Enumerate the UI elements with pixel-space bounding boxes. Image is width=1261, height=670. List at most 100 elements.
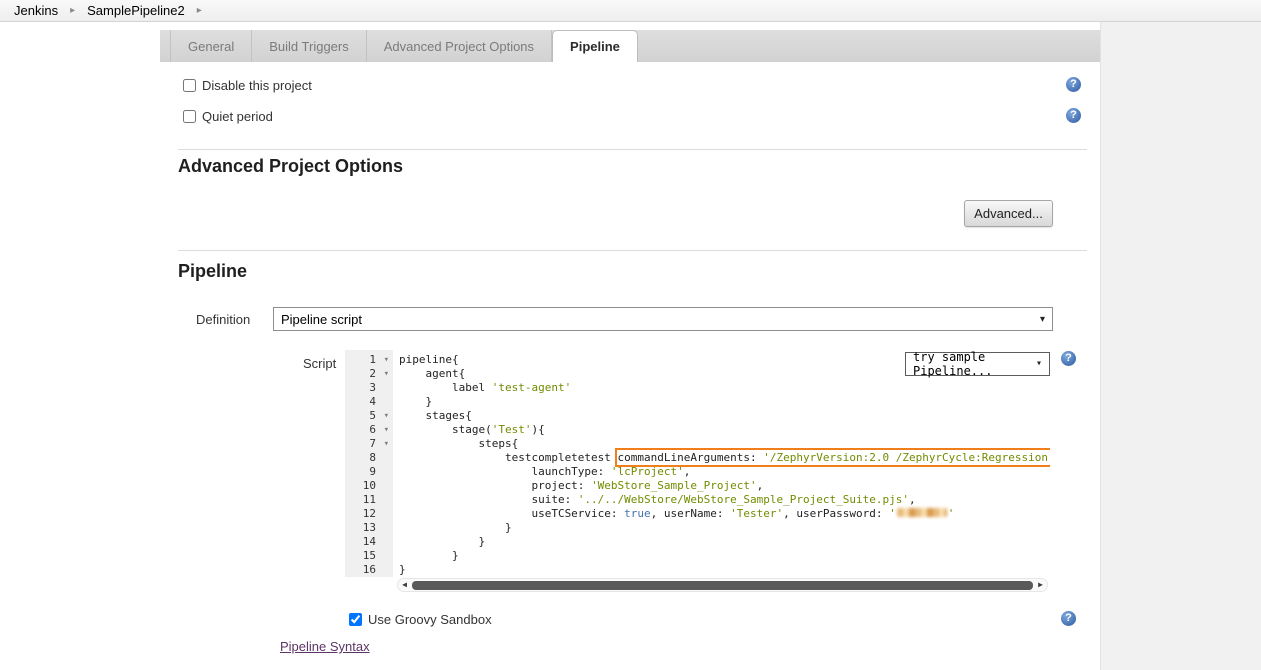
gutter-line-number: 13: [345, 521, 393, 535]
code-text: }: [399, 535, 485, 548]
quiet-period-label: Quiet period: [202, 109, 273, 124]
config-tab-bar: General Build Triggers Advanced Project …: [160, 30, 1100, 62]
code-line[interactable]: suite: '../../WebStore/WebStore_Sample_P…: [399, 493, 1050, 507]
redacted-password: [897, 508, 947, 517]
code-line[interactable]: label 'test-agent': [399, 381, 1050, 395]
fold-arrow-icon[interactable]: ▾: [384, 410, 389, 422]
breadcrumb: Jenkins ▸ SamplePipeline2 ▸: [0, 0, 1261, 22]
section-divider: [178, 250, 1087, 251]
code-text: }: [399, 395, 432, 408]
gutter-line-number: 5▾: [345, 409, 393, 423]
scroll-left-icon[interactable]: ◀: [398, 579, 411, 591]
jenkins-config-page: Jenkins ▸ SamplePipeline2 ▸ General Buil…: [0, 0, 1261, 670]
gutter-line-number: 14: [345, 535, 393, 549]
groovy-sandbox-label: Use Groovy Sandbox: [368, 612, 492, 627]
code-string: 'Test': [492, 423, 532, 436]
code-line[interactable]: testcompletetest commandLineArguments: '…: [399, 451, 1050, 465]
editor-horizontal-scrollbar[interactable]: ◀ ▶: [397, 578, 1048, 592]
editor-gutter: 1▾2▾345▾6▾7▾8910111213141516: [345, 350, 393, 577]
help-icon[interactable]: ?: [1061, 611, 1076, 626]
gutter-line-number: 7▾: [345, 437, 393, 451]
breadcrumb-separator-icon[interactable]: ▸: [197, 5, 202, 16]
tab-general[interactable]: General: [170, 30, 252, 62]
tab-advanced-project-options[interactable]: Advanced Project Options: [367, 30, 552, 62]
chevron-down-icon: ▾: [1040, 314, 1045, 325]
code-line[interactable]: }: [399, 395, 1050, 409]
code-line[interactable]: }: [399, 521, 1050, 535]
fold-arrow-icon[interactable]: ▾: [384, 438, 389, 450]
definition-label: Definition: [196, 312, 250, 327]
tab-build-triggers[interactable]: Build Triggers: [252, 30, 366, 62]
code-string: 'WebStore_Sample_Project': [591, 479, 757, 492]
advanced-button[interactable]: Advanced...: [964, 200, 1053, 227]
code-text: }: [399, 563, 406, 576]
code-text: testcompletetest: [399, 451, 618, 464]
code-text: ,: [684, 465, 691, 478]
groovy-sandbox-checkbox[interactable]: [349, 613, 362, 626]
code-text: commandLineArguments:: [618, 451, 764, 464]
highlight-box: commandLineArguments: '/ZephyrVersion:2.…: [618, 451, 1050, 464]
code-line[interactable]: useTCService: true, userName: 'Tester', …: [399, 507, 1050, 521]
code-text: agent{: [399, 367, 465, 380]
quiet-period-checkbox[interactable]: [183, 110, 196, 123]
code-text: label: [399, 381, 492, 394]
pipeline-script-editor[interactable]: 1▾2▾345▾6▾7▾8910111213141516 pipeline{ a…: [345, 350, 1050, 593]
code-text: }: [399, 549, 459, 562]
disable-project-label: Disable this project: [202, 78, 312, 93]
gutter-line-number: 2▾: [345, 367, 393, 381]
gutter-line-number: 4: [345, 395, 393, 409]
fold-arrow-icon[interactable]: ▾: [384, 354, 389, 366]
disable-project-checkbox[interactable]: [183, 79, 196, 92]
code-line[interactable]: stage('Test'){: [399, 423, 1050, 437]
code-string: 'Tester': [730, 507, 783, 520]
code-line[interactable]: launchType: 'lcProject',: [399, 465, 1050, 479]
breadcrumb-item-jenkins[interactable]: Jenkins: [14, 3, 58, 18]
help-icon[interactable]: ?: [1066, 108, 1081, 123]
code-text: stage(: [399, 423, 492, 436]
breadcrumb-separator-icon[interactable]: ▸: [70, 5, 75, 16]
code-text: project:: [399, 479, 591, 492]
scroll-right-icon[interactable]: ▶: [1034, 579, 1047, 591]
code-text: ,: [909, 493, 916, 506]
code-string: 'lcProject': [611, 465, 684, 478]
code-string: '/ZephyrVersion:2.0 /ZephyrCycle:Regress…: [763, 451, 1050, 464]
help-icon[interactable]: ?: [1066, 77, 1081, 92]
sample-pipeline-select[interactable]: try sample Pipeline... ▾: [905, 352, 1050, 376]
pipeline-heading: Pipeline: [178, 261, 247, 282]
code-line[interactable]: steps{: [399, 437, 1050, 451]
page-right-gutter: [1100, 22, 1261, 670]
fold-arrow-icon[interactable]: ▾: [384, 368, 389, 380]
code-line[interactable]: stages{: [399, 409, 1050, 423]
code-text: suite:: [399, 493, 578, 506]
definition-select[interactable]: Pipeline script ▾: [273, 307, 1053, 331]
code-line[interactable]: }: [399, 535, 1050, 549]
sample-pipeline-select-value: try sample Pipeline...: [913, 350, 1036, 378]
editor-lines[interactable]: pipeline{ agent{ label 'test-agent' } st…: [399, 353, 1050, 577]
help-icon[interactable]: ?: [1061, 351, 1076, 366]
pipeline-syntax-link[interactable]: Pipeline Syntax: [280, 639, 370, 654]
gutter-line-number: 3: [345, 381, 393, 395]
tab-pipeline[interactable]: Pipeline: [552, 30, 638, 62]
code-text: pipeline{: [399, 353, 459, 366]
fold-arrow-icon[interactable]: ▾: [384, 424, 389, 436]
code-text: useTCService:: [399, 507, 624, 520]
scrollbar-thumb[interactable]: [412, 581, 1033, 590]
code-boolean: true: [624, 507, 651, 520]
code-text: , userPassword:: [783, 507, 889, 520]
code-text: steps{: [399, 437, 518, 450]
gutter-line-number: 8: [345, 451, 393, 465]
code-text: }: [399, 521, 512, 534]
code-line[interactable]: }: [399, 549, 1050, 563]
advanced-project-options-heading: Advanced Project Options: [178, 156, 403, 177]
gutter-line-number: 15: [345, 549, 393, 563]
code-string: 'test-agent': [492, 381, 571, 394]
definition-select-value: Pipeline script: [281, 312, 362, 327]
gutter-line-number: 9: [345, 465, 393, 479]
code-line[interactable]: project: 'WebStore_Sample_Project',: [399, 479, 1050, 493]
gutter-line-number: 12: [345, 507, 393, 521]
breadcrumb-item-project[interactable]: SamplePipeline2: [87, 3, 185, 18]
gutter-line-number: 6▾: [345, 423, 393, 437]
code-line[interactable]: }: [399, 563, 1050, 577]
gutter-line-number: 11: [345, 493, 393, 507]
code-string: ': [889, 507, 896, 520]
